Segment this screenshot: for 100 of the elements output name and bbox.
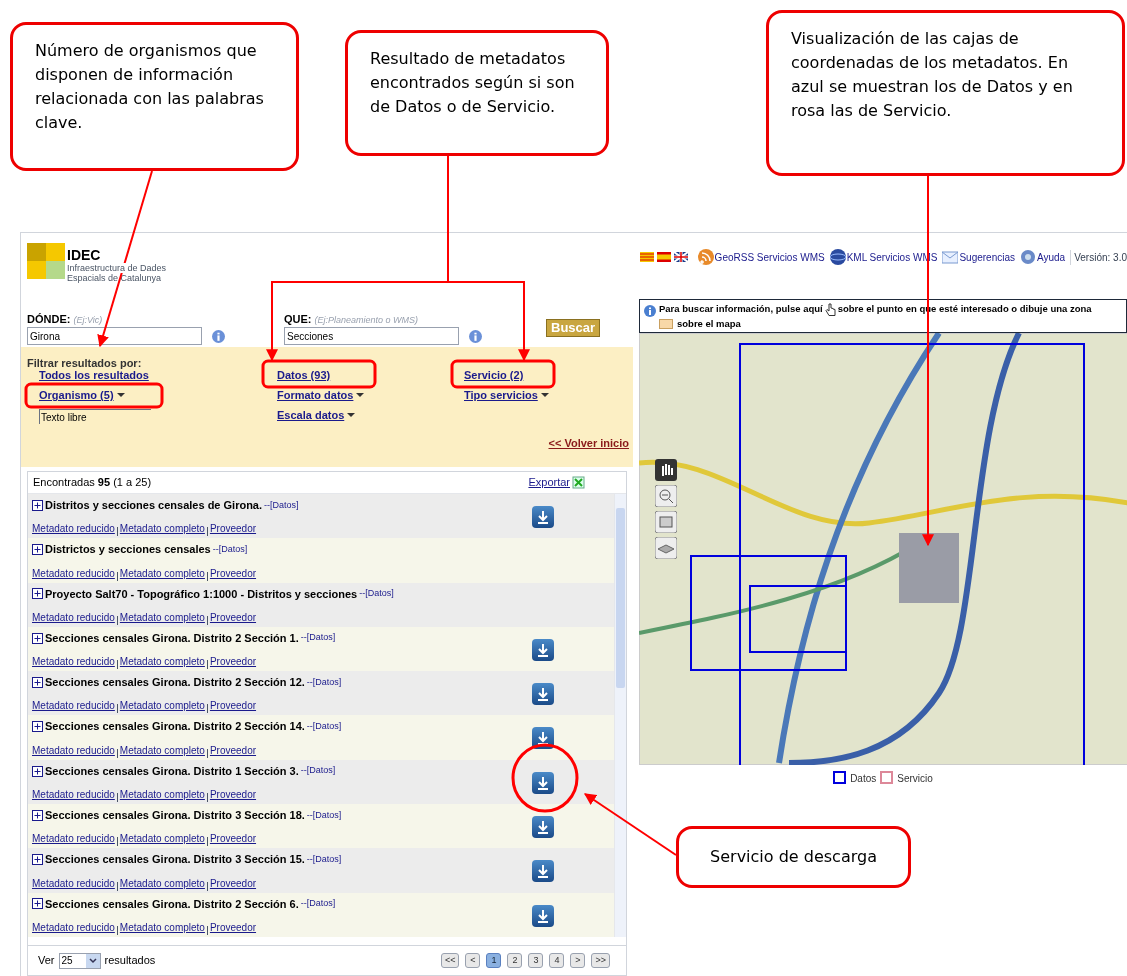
type-link[interactable]: --[Datos]	[306, 808, 342, 823]
export-link[interactable]: Exportar	[528, 474, 570, 491]
metadata-link[interactable]: Metadato completo	[119, 698, 205, 714]
metadata-link[interactable]: Proveedor	[209, 831, 257, 847]
expand-icon[interactable]	[32, 898, 43, 910]
metadata-link[interactable]: Metadato reducido	[32, 565, 115, 581]
filter-link[interactable]: Organismo (5)	[39, 389, 114, 401]
type-link[interactable]: --[Datos]	[306, 852, 342, 867]
field-label: QUE:	[284, 311, 312, 327]
search-field[interactable]: Girona	[27, 327, 202, 345]
show-label: Ver	[38, 953, 55, 969]
rectangle-select-icon[interactable]	[655, 511, 677, 533]
per-page-select[interactable]: 25	[58, 952, 101, 969]
metadata-link[interactable]: Proveedor	[209, 654, 257, 670]
metadata-link[interactable]: Metadato completo	[119, 521, 205, 537]
type-link[interactable]: --[Datos]	[306, 675, 342, 690]
expand-icon[interactable]	[32, 632, 43, 644]
results-label: resultados	[104, 953, 156, 969]
download-icon[interactable]	[532, 638, 554, 661]
expand-icon[interactable]	[32, 588, 43, 600]
metadata-link[interactable]: Metadato reducido	[32, 654, 115, 670]
metadata-link[interactable]: Metadato completo	[119, 919, 205, 935]
page-button[interactable]: >>	[591, 953, 610, 968]
metadata-link[interactable]: Proveedor	[209, 521, 257, 537]
expand-icon[interactable]	[32, 676, 43, 688]
info-icon[interactable]	[212, 329, 225, 343]
result-title: Distritos y secciones censales de Girona.	[45, 498, 263, 513]
info-icon	[644, 305, 656, 317]
flag-icon[interactable]	[656, 252, 671, 262]
expand-icon[interactable]	[32, 499, 43, 511]
metadata-link[interactable]: Metadato reducido	[32, 787, 115, 803]
download-icon[interactable]	[532, 683, 554, 706]
download-icon[interactable]	[532, 904, 554, 927]
result-title: Secciones censales Girona. Distrito 1 Sección 3.	[45, 763, 299, 779]
metadata-link[interactable]: Metadato reducido	[32, 698, 115, 714]
page-button[interactable]: 4	[549, 953, 565, 968]
page-button[interactable]: >	[570, 953, 586, 968]
type-link[interactable]: --[Datos]	[306, 720, 342, 734]
metadata-link[interactable]: Metadato completo	[119, 875, 205, 891]
expand-icon[interactable]	[32, 544, 43, 556]
filter-title: Filtrar resultados por:	[27, 356, 142, 371]
expand-icon[interactable]	[32, 854, 43, 866]
type-link[interactable]: --[Datos]	[359, 587, 394, 601]
info-text: Para buscar información, pulse aquí	[659, 302, 823, 316]
highlight-circle	[511, 743, 579, 813]
result-title: Secciones censales Girona. Distrito 2 Sección 14.	[45, 719, 305, 735]
pan-hand-icon[interactable]	[655, 459, 677, 481]
metadata-link[interactable]: Proveedor	[209, 742, 257, 758]
info-icon[interactable]	[469, 329, 482, 343]
metadata-link[interactable]: Proveedor	[209, 919, 257, 935]
download-icon[interactable]	[532, 816, 554, 839]
header-link[interactable]: GeoRSS Servicios WMS	[714, 250, 825, 265]
metadata-link[interactable]: Metadato reducido	[32, 521, 115, 537]
expand-icon[interactable]	[32, 765, 43, 777]
metadata-link[interactable]: Proveedor	[209, 787, 257, 803]
flag-icon[interactable]	[673, 252, 688, 262]
metadata-link[interactable]: Metadato completo	[119, 654, 205, 670]
page-button[interactable]: 1	[486, 953, 502, 968]
type-link[interactable]: --[Datos]	[212, 542, 248, 557]
metadata-link[interactable]: Metadato completo	[119, 742, 205, 758]
download-icon[interactable]	[532, 771, 554, 794]
back-link[interactable]: << Volver inicio	[548, 435, 629, 452]
filter-link[interactable]: Servicio (2)	[464, 369, 524, 381]
metadata-link[interactable]: Proveedor	[209, 698, 257, 714]
metadata-link[interactable]: Metadato completo	[119, 787, 205, 803]
page-button[interactable]: 3	[528, 953, 544, 968]
header-link[interactable]: Sugerencias	[959, 250, 1015, 265]
free-text-field[interactable]: Texto libre	[39, 409, 151, 424]
expand-icon[interactable]	[32, 809, 43, 821]
header-link[interactable]: Ayuda	[1037, 250, 1066, 265]
filter-link[interactable]: Todos los resultados	[39, 369, 149, 381]
layers-icon[interactable]	[655, 537, 677, 559]
scrollbar[interactable]	[614, 494, 626, 937]
filter-link[interactable]: Escala datos	[277, 409, 345, 421]
search-field[interactable]: Secciones	[284, 327, 459, 345]
metadata-link[interactable]: Metadato reducido	[32, 742, 115, 758]
metadata-link[interactable]: Metadato reducido	[32, 831, 115, 847]
metadata-link[interactable]: Proveedor	[209, 565, 257, 581]
expand-icon[interactable]	[32, 721, 43, 733]
metadata-link[interactable]: Metadato reducido	[32, 919, 115, 935]
type-link[interactable]: --[Datos]	[300, 764, 336, 778]
metadata-link[interactable]: Metadato completo	[119, 831, 205, 847]
page-button[interactable]: <<	[440, 953, 460, 968]
type-link[interactable]: --[Datos]	[300, 897, 336, 911]
download-icon[interactable]	[532, 506, 554, 528]
zoom-icon[interactable]	[655, 485, 677, 507]
filter-link[interactable]: Tipo servicios	[464, 389, 538, 401]
metadata-link[interactable]: Proveedor	[209, 875, 257, 891]
type-link[interactable]: --[Datos]	[264, 498, 299, 512]
page-button[interactable]: 2	[507, 953, 523, 968]
metadata-link[interactable]: Proveedor	[209, 609, 257, 625]
type-link[interactable]: --[Datos]	[300, 631, 336, 645]
metadata-link[interactable]: Metadato reducido	[32, 875, 115, 891]
metadata-link[interactable]: Metadato completo	[119, 565, 205, 581]
page-button[interactable]: <	[465, 953, 481, 968]
filter-link[interactable]: Datos (93)	[277, 369, 331, 381]
metadata-link[interactable]: Metadato reducido	[32, 609, 115, 625]
metadata-link[interactable]: Metadato completo	[119, 609, 205, 625]
filter-link[interactable]: Formato datos	[277, 389, 354, 401]
download-icon[interactable]	[532, 860, 554, 883]
